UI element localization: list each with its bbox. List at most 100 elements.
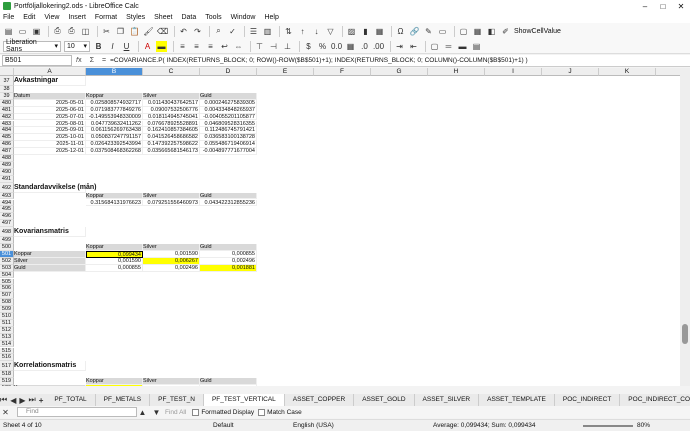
row-header-508[interactable]: 508: [0, 299, 14, 307]
freeze-rows-columns-icon[interactable]: ▦: [472, 26, 483, 37]
selected-cell-b501[interactable]: 0,099434: [86, 250, 143, 258]
date-cell[interactable]: 2025-10-01: [14, 134, 86, 142]
tab-asset_gold[interactable]: ASSET_GOLD: [354, 394, 415, 406]
stdev-cell[interactable]: 0.079251556460973: [143, 199, 200, 207]
covariance-cell[interactable]: 0,001881: [200, 264, 257, 272]
header-cell[interactable]: Datum: [14, 92, 86, 100]
column-header-f[interactable]: F: [314, 68, 371, 76]
print-preview-icon[interactable]: ◫: [80, 26, 91, 37]
return-cell[interactable]: 0.050837247791157: [86, 134, 143, 142]
row-header-500[interactable]: 500: [0, 244, 14, 251]
percent-icon[interactable]: %: [317, 41, 328, 52]
number-format-icon[interactable]: 0.0: [331, 41, 342, 52]
return-cell[interactable]: -0.149553948330009: [86, 113, 143, 121]
row-header-38[interactable]: 38: [0, 86, 14, 93]
row-header-501[interactable]: 501: [0, 250, 14, 258]
header-cell[interactable]: Koppar: [86, 92, 143, 100]
column-header-c[interactable]: C: [143, 68, 200, 76]
header-cell[interactable]: Silver: [143, 192, 200, 200]
split-window-icon[interactable]: ◧: [486, 26, 497, 37]
column-header-a[interactable]: A: [14, 68, 86, 76]
spreadsheet-grid[interactable]: ABCDEFGHIJKLM37Avkastningar3839DatumKopp…: [0, 68, 680, 386]
header-cell[interactable]: Silver: [143, 244, 200, 251]
row-header-494[interactable]: 494: [0, 199, 14, 207]
covariance-cell[interactable]: 0,001590: [86, 257, 143, 265]
menu-edit[interactable]: Edit: [23, 14, 35, 21]
add-sheet-icon[interactable]: +: [39, 395, 44, 406]
correlation-cell[interactable]: [200, 385, 257, 386]
close-find-icon[interactable]: ✕: [0, 407, 11, 418]
header-cell[interactable]: Koppar: [86, 244, 143, 251]
vertical-scrollbar[interactable]: [680, 68, 690, 386]
date-cell[interactable]: 2025-06-01: [14, 106, 86, 114]
clear-formatting-icon[interactable]: ⌫: [157, 26, 168, 37]
row-header-499[interactable]: 499: [0, 237, 14, 244]
return-cell[interactable]: 0.037508468362268: [86, 148, 143, 155]
row-header-491[interactable]: 491: [0, 175, 14, 183]
formula-input[interactable]: =COVARIANCE.P( INDEX(RETURNS_BLOCK; 0; R…: [110, 57, 690, 64]
border-style-icon[interactable]: ═: [443, 41, 454, 52]
date-cell[interactable]: 2025-08-01: [14, 120, 86, 128]
row-header-39[interactable]: 39: [0, 92, 14, 100]
tab-asset_template[interactable]: ASSET_TEMPLATE: [479, 394, 555, 406]
align-center-icon[interactable]: ≡: [191, 41, 202, 52]
covariance-cell[interactable]: 0,001590: [143, 250, 200, 258]
paste-icon[interactable]: 📋: [129, 26, 140, 37]
open-icon[interactable]: ▭: [17, 26, 28, 37]
row-header-484[interactable]: 484: [0, 127, 14, 135]
menu-help[interactable]: Help: [264, 14, 278, 21]
matrix-row-label[interactable]: Guld: [14, 264, 86, 272]
first-sheet-icon[interactable]: ⏮: [0, 395, 7, 406]
tab-asset_silver[interactable]: ASSET_SILVER: [415, 394, 480, 406]
row-header-490[interactable]: 490: [0, 168, 14, 176]
copy-icon[interactable]: ❐: [115, 26, 126, 37]
return-cell[interactable]: 0.035665681546173: [143, 148, 200, 155]
covariance-cell[interactable]: 0,002496: [200, 257, 257, 265]
menu-insert[interactable]: Insert: [68, 14, 86, 21]
tab-pf_metals[interactable]: PF_METALS: [96, 394, 151, 406]
column-header-g[interactable]: G: [371, 68, 428, 76]
borders-icon[interactable]: ▢: [429, 41, 440, 52]
font-size-dropdown[interactable]: 10 ▾: [64, 40, 90, 52]
font-name-dropdown[interactable]: Liberation Sans ▾: [3, 39, 61, 53]
row-header-510[interactable]: 510: [0, 313, 14, 320]
row-header-497[interactable]: 497: [0, 220, 14, 228]
return-cell[interactable]: 0.147392257598622: [143, 141, 200, 149]
row-header-498[interactable]: 498: [0, 227, 14, 238]
column-header-i[interactable]: I: [485, 68, 542, 76]
sort-asc-icon[interactable]: ↑: [297, 26, 308, 37]
minimize-button[interactable]: –: [636, 2, 654, 11]
increase-indent-icon[interactable]: ⇥: [394, 41, 405, 52]
row-header-503[interactable]: 503: [0, 264, 14, 272]
define-print-area-icon[interactable]: ▢: [458, 26, 469, 37]
highlight-color-icon[interactable]: ▬: [156, 40, 167, 52]
italic-icon[interactable]: I: [107, 41, 118, 52]
wrap-text-icon[interactable]: ↩: [219, 41, 230, 52]
cut-icon[interactable]: ✂: [101, 26, 112, 37]
return-cell[interactable]: 0.076678925528891: [143, 120, 200, 128]
row-header-512[interactable]: 512: [0, 326, 14, 334]
stdev-cell[interactable]: 0.043422312855236: [200, 199, 257, 207]
date-cell[interactable]: 2025-07-01: [14, 113, 86, 121]
row-header-483[interactable]: 483: [0, 120, 14, 128]
headers-footers-icon[interactable]: ▭: [437, 26, 448, 37]
matrix-row-label[interactable]: Koppar: [14, 385, 86, 386]
return-cell[interactable]: 0.162410857384605: [143, 127, 200, 135]
print-icon[interactable]: ⎙: [66, 26, 77, 37]
zoom-slider[interactable]: [583, 424, 633, 427]
comment-icon[interactable]: ✎: [423, 26, 434, 37]
column-header-j[interactable]: J: [542, 68, 599, 76]
covariance-cell[interactable]: 0,000855: [86, 264, 143, 272]
export-pdf-icon[interactable]: ⎙: [52, 26, 63, 37]
row-header-506[interactable]: 506: [0, 285, 14, 293]
covariance-cell[interactable]: 0,002496: [143, 264, 200, 272]
conditional-format-icon[interactable]: ▤: [471, 41, 482, 52]
scrollbar-thumb[interactable]: [682, 324, 688, 344]
return-cell[interactable]: 0.041526458686582: [143, 134, 200, 142]
column-header-l[interactable]: L: [656, 68, 680, 76]
tab-pf_total[interactable]: PF_TOTAL: [46, 394, 96, 406]
menu-data[interactable]: Data: [181, 14, 196, 21]
name-box[interactable]: B501: [2, 55, 72, 66]
sort-desc-icon[interactable]: ↓: [311, 26, 322, 37]
correlation-cell[interactable]: [86, 385, 143, 386]
